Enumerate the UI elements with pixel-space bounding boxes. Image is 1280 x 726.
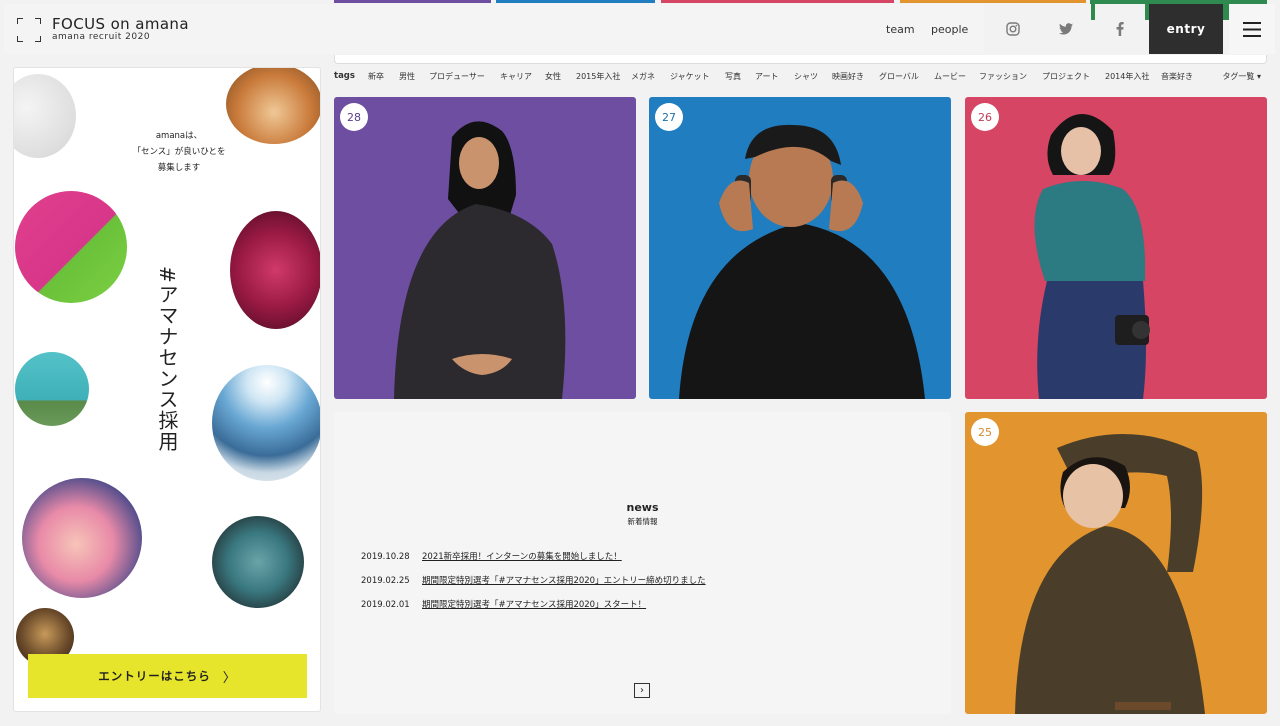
tag-item[interactable]: 2014年入社 — [1105, 71, 1149, 82]
person-photo — [1034, 113, 1150, 399]
tag-item[interactable]: メガネ — [631, 71, 655, 82]
person-card-25[interactable]: 25 — [965, 412, 1267, 714]
person-photo — [679, 124, 925, 399]
tag-item[interactable]: 写真 — [725, 71, 741, 82]
tag-item[interactable]: 映画好き — [832, 71, 864, 82]
logo-title[interactable]: FOCUS on amana — [52, 15, 189, 33]
entry-cta-button[interactable]: エントリーはこちら 〉 — [28, 654, 307, 698]
news-item[interactable]: 2019.10.28 2021新卒採用！インターンの募集を開始しました！ — [361, 550, 622, 562]
top-strip-orange — [900, 0, 1086, 3]
dancer-photo-circle — [15, 191, 127, 303]
person-card-28[interactable]: 28 — [334, 97, 636, 399]
news-title: news — [626, 501, 659, 514]
tag-item[interactable]: キャリア — [500, 71, 532, 82]
nav-link-people[interactable]: people — [931, 23, 968, 36]
tag-item[interactable]: 女性 — [545, 71, 561, 82]
logo-subtitle: amana recruit 2020 — [52, 32, 151, 42]
instagram-icon — [1006, 22, 1020, 36]
entry-cta-label: エントリーはこちら — [98, 669, 211, 683]
tag-item[interactable]: シャツ — [794, 71, 818, 82]
news-subtitle: 新着情報 — [627, 517, 658, 526]
tag-item[interactable]: 男性 — [399, 71, 415, 82]
news-item[interactable]: 2019.02.01 期間限定特別選考「#アマナセンス採用2020」スタート！ — [361, 598, 646, 610]
card-number-badge: 26 — [971, 103, 999, 131]
tag-item[interactable]: ジャケット — [670, 71, 710, 82]
card-number-badge: 27 — [655, 103, 683, 131]
climber-photo-circle — [15, 352, 89, 426]
tag-item[interactable]: プロジェクト — [1042, 71, 1090, 82]
hand-photo-circle — [14, 74, 76, 158]
chevron-right-icon: 〉 — [222, 670, 237, 686]
tags-label: tags — [334, 71, 355, 81]
tag-item[interactable]: ファッション — [979, 71, 1027, 82]
twitter-button[interactable] — [1041, 4, 1091, 54]
tag-item[interactable]: グローバル — [879, 71, 919, 82]
card-number-badge: 28 — [340, 103, 368, 131]
news-item[interactable]: 2019.02.25 期間限定特別選考「#アマナセンス採用2020」エントリー締め… — [361, 574, 706, 586]
hamburger-menu-icon — [1243, 21, 1261, 37]
tag-item[interactable]: 音楽好き — [1161, 71, 1193, 82]
recruit-lead-text: amanaは、 「センス」が良いひとを 募集します — [132, 131, 226, 173]
recruit-vertical-title: #アマナセンス採用 — [155, 266, 179, 452]
rocks-photo-circle — [212, 516, 304, 608]
entry-button[interactable]: entry — [1149, 4, 1223, 54]
person-card-27[interactable]: 27 — [649, 97, 951, 399]
top-strip-blue — [496, 0, 655, 3]
person-photo — [1015, 433, 1205, 714]
menu-button[interactable] — [1229, 4, 1275, 54]
person-photo — [394, 121, 566, 399]
portrait-photo-circle — [22, 478, 142, 598]
tag-item[interactable]: 2015年入社 — [576, 71, 620, 82]
chevron-right-icon: › — [640, 685, 644, 696]
tag-item[interactable]: ムービー — [934, 71, 966, 82]
person-card-26[interactable]: 26 — [965, 97, 1267, 399]
news-next-button[interactable]: › — [634, 683, 650, 698]
tags-bar: tags 新卒 男性 プロデューサー キャリア 女性 2015年入社 メガネ ジ… — [334, 70, 1267, 84]
top-strip-pink — [661, 0, 894, 3]
tag-item[interactable]: プロデューサー — [429, 71, 485, 82]
facebook-button[interactable] — [1095, 4, 1145, 54]
mountain-sun-photo-circle — [212, 365, 320, 481]
nav-link-team[interactable]: team — [886, 23, 915, 36]
twitter-icon — [1059, 23, 1073, 35]
site-header: FOCUS on amana amana recruit 2020 team p… — [4, 4, 984, 54]
news-section: news 新着情報 2019.10.28 2021新卒採用！インターンの募集を開始… — [334, 412, 951, 714]
instagram-button[interactable] — [988, 4, 1038, 54]
tag-item[interactable]: アート — [755, 71, 779, 82]
tag-item[interactable]: 新卒 — [368, 71, 384, 82]
tag-list-dropdown[interactable]: タグ一覧 ▾ — [1222, 71, 1261, 82]
flower-photo-circle — [230, 211, 320, 329]
search-field[interactable] — [334, 55, 1267, 64]
facebook-icon — [1116, 22, 1124, 36]
top-strip-purple — [334, 0, 491, 3]
logo-mark-icon[interactable] — [17, 18, 41, 42]
card-number-badge: 25 — [971, 418, 999, 446]
recruit-promo-panel: amanaは、 「センス」が良いひとを 募集します #アマナセンス採用 エントリ… — [13, 67, 321, 712]
